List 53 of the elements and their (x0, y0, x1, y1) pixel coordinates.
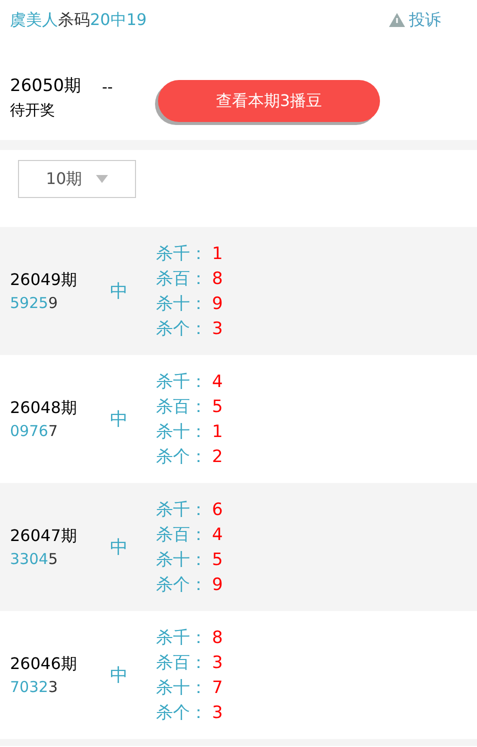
kill-label: 杀个： (156, 574, 208, 596)
warning-icon (389, 13, 405, 27)
kill-label: 杀百： (156, 652, 208, 674)
kill-value: 9 (212, 294, 223, 314)
kill-value: 7 (212, 678, 223, 698)
kill-value: 5 (212, 550, 223, 570)
kill-label: 杀千： (156, 499, 208, 521)
kill-value: 2 (212, 446, 223, 466)
draw-status: 待开奖 (10, 101, 56, 120)
kill-label: 杀个： (156, 318, 208, 340)
kill-value: 3 (212, 652, 223, 672)
draw-number: 59259 (10, 294, 59, 312)
result-label: 中 (110, 664, 129, 687)
kill-label: 杀百： (156, 268, 208, 290)
kill-label: 杀百： (156, 396, 208, 418)
kill-value: 4 (212, 524, 223, 544)
kill-label: 杀千： (156, 371, 208, 393)
result-label: 中 (110, 408, 129, 431)
issue-number: 26048期 (10, 398, 78, 419)
draw-number: 09767 (10, 422, 59, 440)
complaint-link[interactable]: 投诉 (389, 10, 441, 30)
issue-number: 26046期 (10, 654, 78, 675)
caret-icon (96, 175, 108, 183)
kill-value: 3 (212, 318, 223, 338)
kill-label: 杀十： (156, 549, 208, 571)
kill-value: 3 (212, 702, 223, 722)
kill-label: 杀个： (156, 446, 208, 468)
result-label: 中 (110, 536, 129, 559)
result-label: 中 (110, 280, 129, 303)
issue-number: 26050期 (10, 75, 82, 97)
kill-value: 1 (212, 244, 223, 264)
kill-value: 8 (212, 628, 223, 648)
kill-label: 杀千： (156, 627, 208, 649)
kill-label: 杀十： (156, 293, 208, 315)
kill-value: 9 (212, 574, 223, 594)
expert-record: 虞美人杀码20中19 (10, 10, 147, 30)
kill-label: 杀个： (156, 702, 208, 724)
kill-value: 4 (212, 372, 223, 392)
kill-value: 5 (212, 396, 223, 416)
kill-label: 杀十： (156, 677, 208, 699)
period-dropdown[interactable]: 10期 (18, 160, 136, 198)
prediction-value: -- (102, 78, 114, 96)
kill-value: 8 (212, 268, 223, 288)
draw-number: 70323 (10, 678, 59, 696)
issue-number: 26047期 (10, 526, 78, 547)
kill-value: 1 (212, 422, 223, 442)
view-prediction-button[interactable]: 查看本期3播豆 (158, 80, 380, 122)
kill-value: 6 (212, 500, 223, 520)
kill-label: 杀十： (156, 421, 208, 443)
draw-number: 33045 (10, 550, 59, 568)
kill-label: 杀千： (156, 243, 208, 265)
issue-number: 26049期 (10, 270, 78, 291)
kill-label: 杀百： (156, 524, 208, 546)
